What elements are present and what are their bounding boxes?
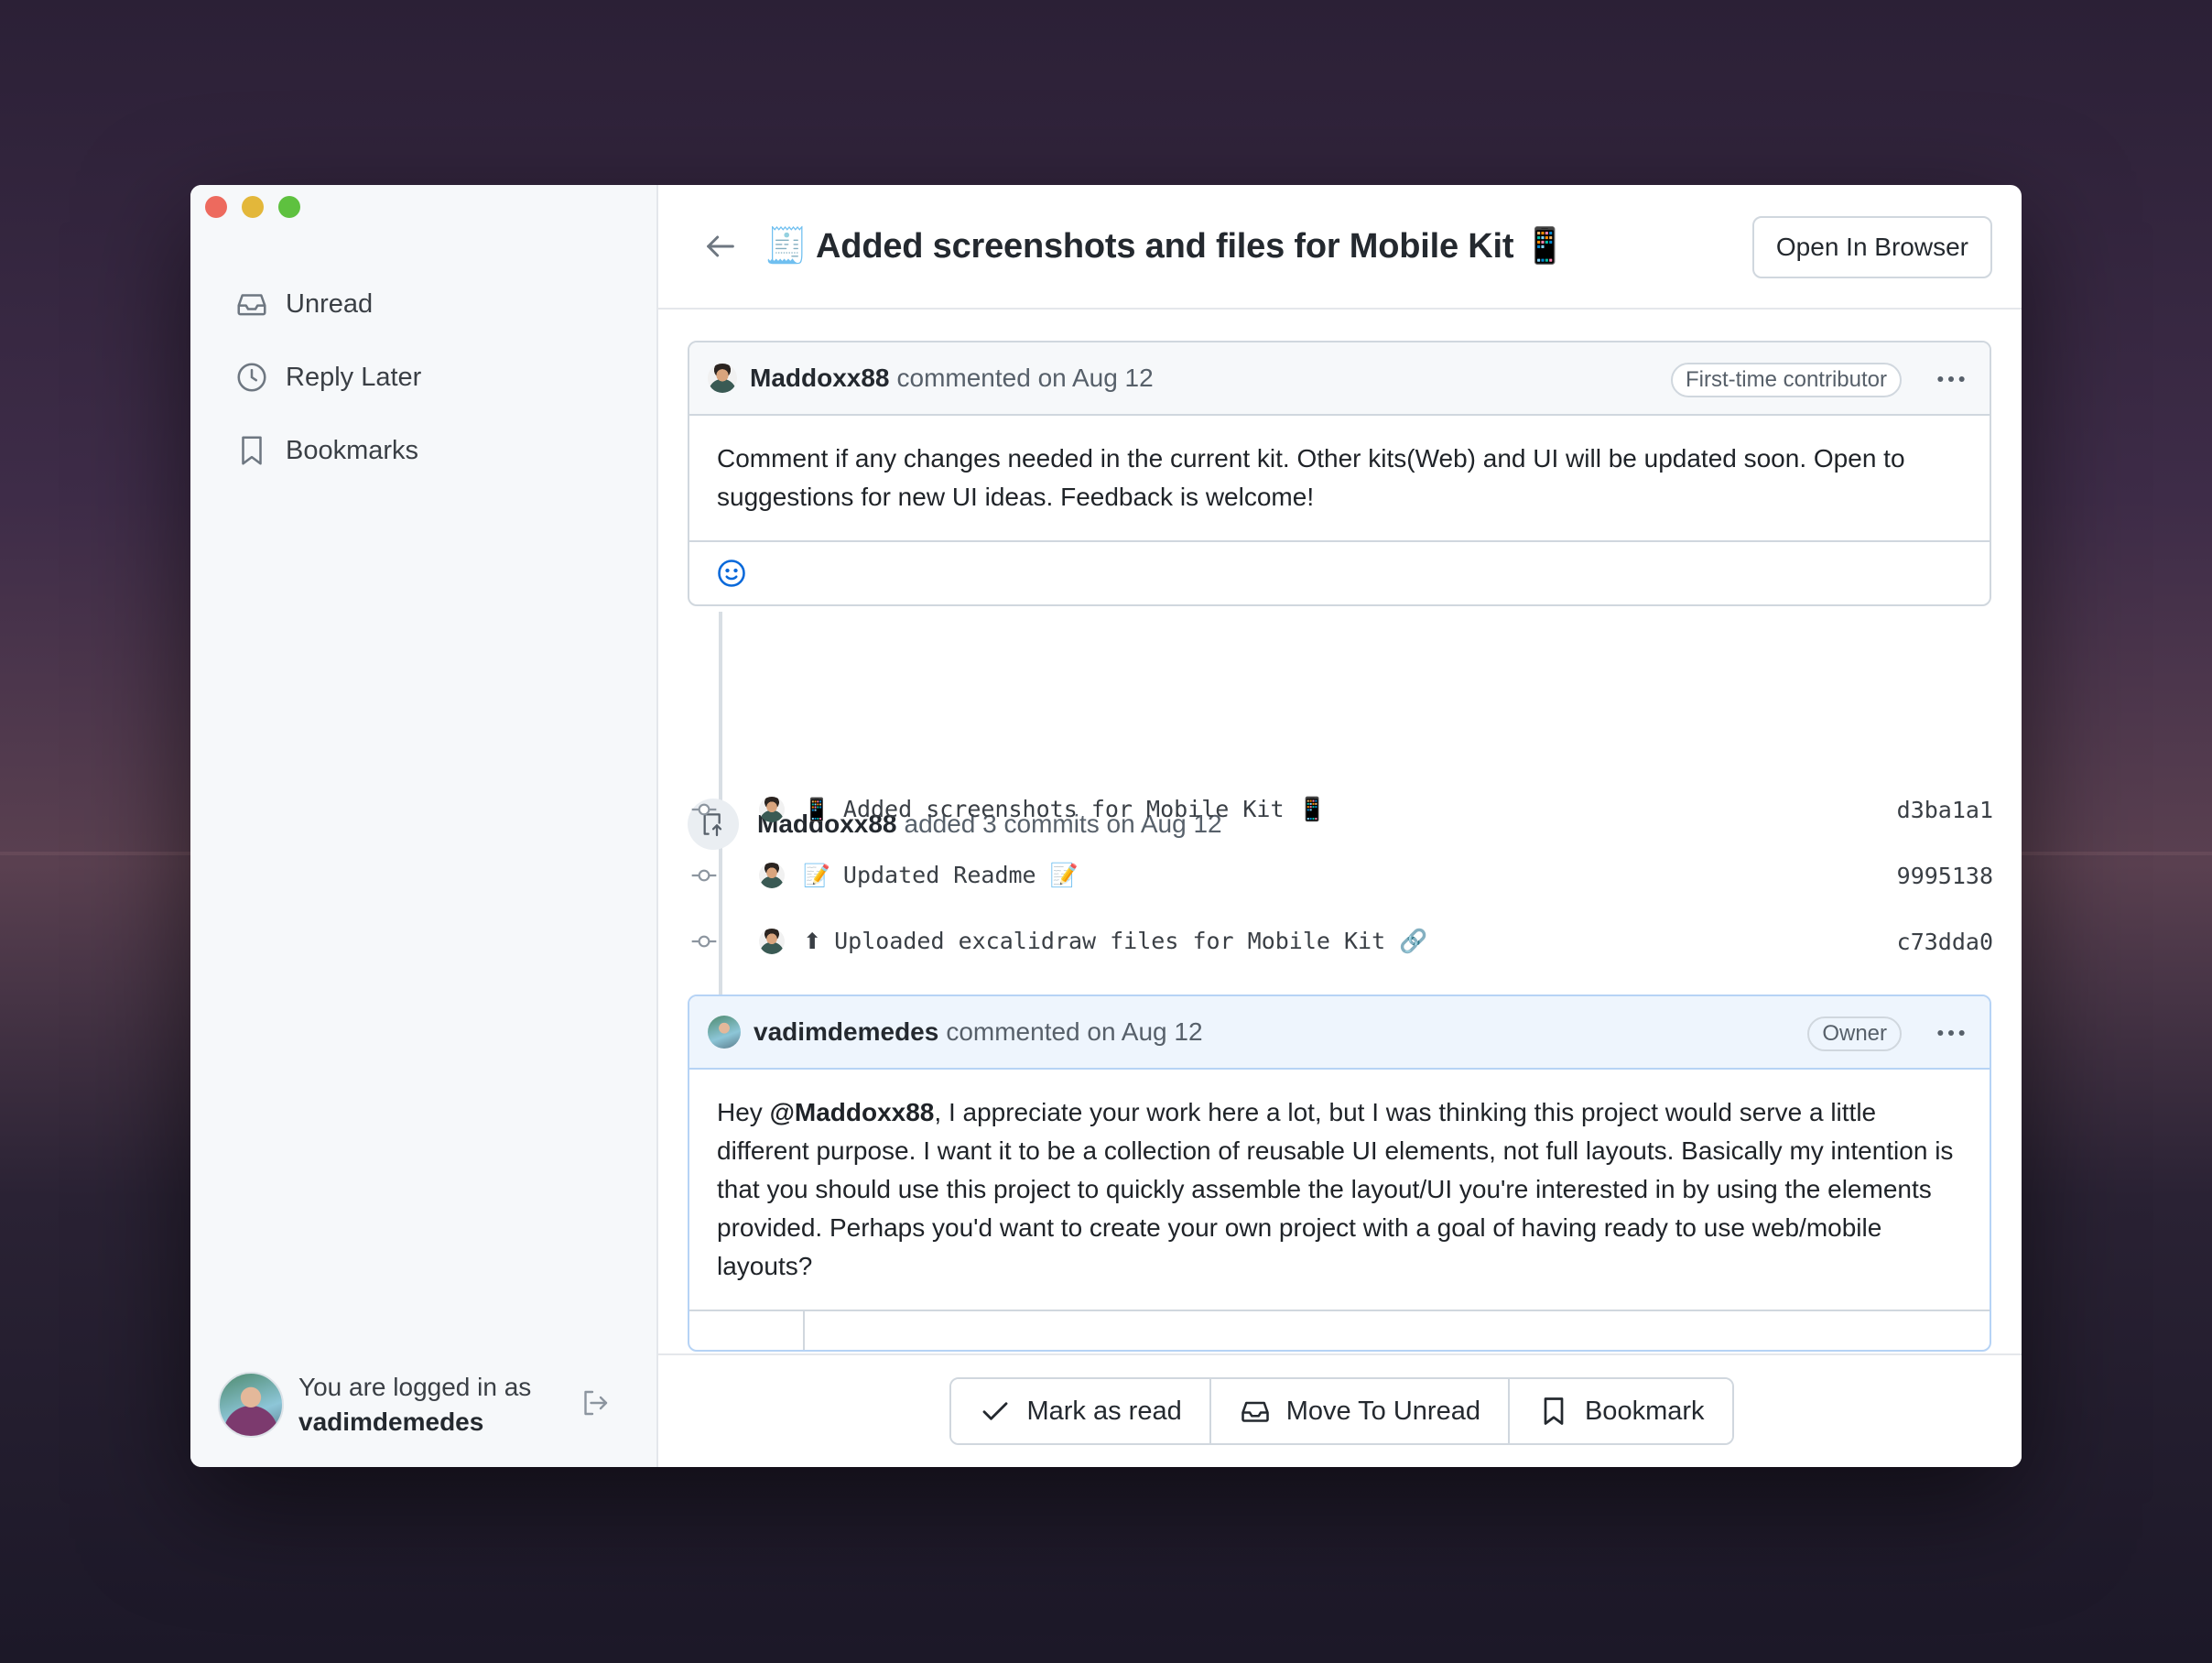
logged-in-user: You are logged in as vadimdemedes [218,1370,630,1440]
avatar [708,1016,741,1049]
mark-as-read-button[interactable]: Mark as read [951,1379,1211,1443]
avatar [759,929,785,954]
sidebar: Unread Reply Later Bookmarks You are log… [190,185,658,1467]
comment-body-prefix: Hey [717,1098,770,1126]
commit-row[interactable]: ⬆ Uploaded excalidraw files for Mobile K… [689,919,1993,963]
inbox-icon [1241,1401,1269,1422]
inbox-icon [237,294,266,316]
back-arrow-icon[interactable] [702,228,739,265]
check-icon [983,1402,1008,1420]
button-label: Move To Unread [1285,1396,1480,1426]
avatar [759,863,785,888]
comment-author[interactable]: vadimdemedes [754,1017,938,1047]
login-status: You are logged in as vadimdemedes [298,1370,531,1440]
sidebar-item-unread[interactable]: Unread [234,267,421,341]
commit-sha[interactable]: c73dda0 [1897,929,1993,955]
reactions-bar [689,1310,1990,1350]
comment-meta: commented on Aug 12 [946,1017,1203,1046]
owner-badge: Owner [1807,1016,1902,1051]
owner-comment-card: vadimdemedes commented on Aug 12 Owner H… [688,995,1991,1352]
sidebar-item-label: Reply Later [286,362,422,392]
main-panel: 🧾 Added screenshots and files for Mobile… [658,185,2022,1467]
reaction-thumbs-up[interactable] [689,1311,805,1350]
comment-author[interactable]: Maddoxx88 [750,364,890,393]
user-mention[interactable]: @Maddoxx88 [770,1098,935,1126]
commit-sha[interactable]: 9995138 [1897,863,1993,889]
reactions-bar [689,540,1990,604]
commit-message: Updated Readme 📝 [842,862,1079,888]
comment-body: Hey @Maddoxx88, I appreciate your work h… [689,1070,1990,1310]
commit-message: Uploaded excalidraw files for Mobile Kit… [834,928,1428,954]
logout-icon[interactable] [579,1386,612,1419]
commit-emoji: ⬆ [803,929,822,954]
status-badge: First-time contributor [1670,363,1902,397]
comment-header: Maddoxx88 commented on Aug 12 First-time… [689,342,1990,416]
commit-emoji: 📝 [803,863,830,888]
commit-node-icon [691,869,717,882]
commit-emoji: 📱 [803,797,830,822]
comment-meta: commented on Aug 12 [896,364,1154,392]
clock-icon [237,363,266,392]
button-label: Mark as read [1026,1396,1182,1426]
header: 🧾 Added screenshots and files for Mobile… [658,185,2022,310]
comment-card: Maddoxx88 commented on Aug 12 First-time… [688,341,1991,606]
commit-message: Added screenshots for Mobile Kit 📱 [842,796,1327,822]
login-username: vadimdemedes [298,1408,484,1436]
comment-header: vadimdemedes commented on Aug 12 Owner [689,996,1990,1070]
commit-node-icon [691,803,717,816]
bookmark-icon [242,436,262,465]
action-footer: Mark as read Move To Unread Bookmark [658,1353,2022,1467]
move-to-unread-button[interactable]: Move To Unread [1210,1379,1510,1443]
add-reaction-icon[interactable] [715,557,748,590]
commit-row[interactable]: 📱 Added screenshots for Mobile Kit 📱 d3b… [689,788,1993,832]
close-window-button[interactable] [205,196,227,218]
avatar [708,364,737,393]
sidebar-item-reply-later[interactable]: Reply Later [234,341,421,414]
more-options-icon[interactable] [1933,1015,1969,1051]
action-button-group: Mark as read Move To Unread Bookmark [949,1377,1734,1445]
zoom-window-button[interactable] [278,196,300,218]
comment-body: Comment if any changes needed in the cur… [717,444,1905,511]
commit-row[interactable]: 📝 Updated Readme 📝 9995138 [689,853,1993,897]
more-options-icon[interactable] [1933,361,1969,397]
commit-node-icon [691,935,717,948]
sidebar-item-label: Unread [286,288,374,319]
avatar [218,1372,284,1438]
timeline: Maddoxx88 commented on Aug 12 First-time… [658,310,2022,1353]
sidebar-item-bookmarks[interactable]: Bookmarks [234,414,421,487]
page-title: 🧾 Added screenshots and files for Mobile… [764,227,1567,266]
avatar [759,797,785,822]
app-window: Unread Reply Later Bookmarks You are log… [190,185,2022,1467]
login-prefix: You are logged in as [298,1373,532,1401]
bookmark-icon [1544,1397,1564,1425]
open-in-browser-button[interactable]: Open In Browser [1751,216,1992,278]
bookmark-button[interactable]: Bookmark [1509,1379,1732,1443]
sidebar-nav: Unread Reply Later Bookmarks [234,267,421,487]
commit-sha[interactable]: d3ba1a1 [1897,797,1993,823]
sidebar-item-label: Bookmarks [286,435,419,465]
window-controls [205,196,300,218]
button-label: Bookmark [1584,1396,1705,1426]
minimize-window-button[interactable] [242,196,264,218]
